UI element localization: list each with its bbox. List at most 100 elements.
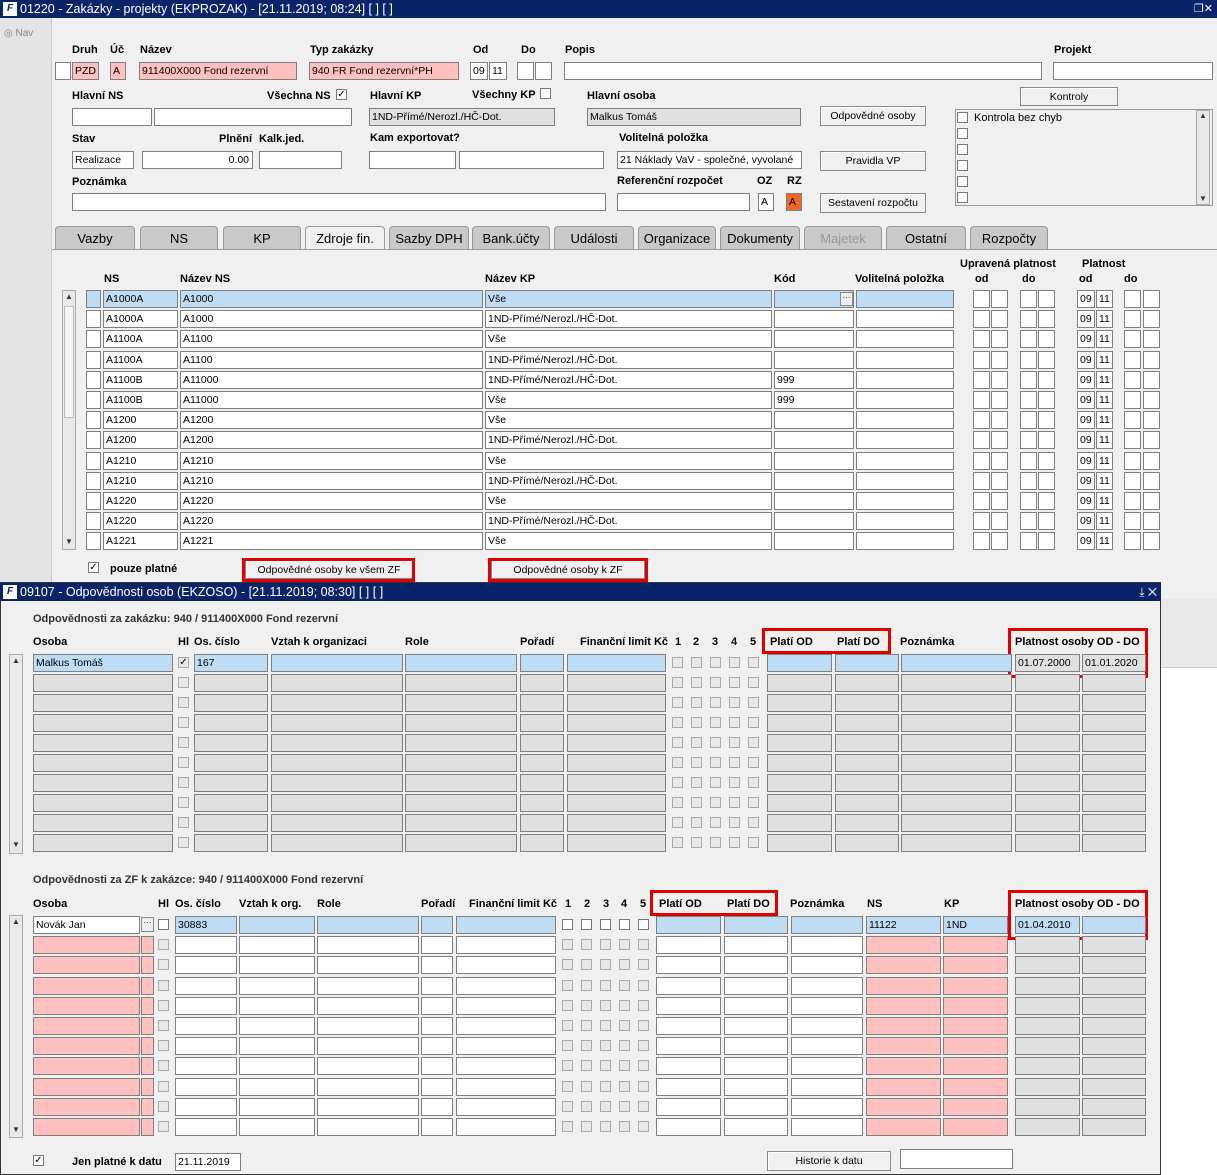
- flag-checkbox[interactable]: [600, 1121, 611, 1132]
- row-selector[interactable]: [86, 310, 101, 329]
- plati-do-cell[interactable]: [835, 694, 899, 712]
- cislo-cell[interactable]: [175, 956, 237, 975]
- sec2-scroll-up-icon[interactable]: ▲: [10, 917, 22, 927]
- flag-checkbox[interactable]: [638, 919, 649, 930]
- grid-cell-upr-do-m[interactable]: [1038, 512, 1055, 531]
- grid-cell-plat-do-d[interactable]: [1124, 290, 1141, 308]
- cislo-cell[interactable]: [194, 754, 268, 772]
- flag-checkbox[interactable]: [710, 777, 721, 788]
- flag-checkbox[interactable]: [619, 959, 630, 971]
- vztah-cell[interactable]: [239, 936, 315, 955]
- flag-checkbox[interactable]: [562, 939, 573, 951]
- flag-checkbox[interactable]: [600, 939, 611, 951]
- flag-checkbox[interactable]: [672, 677, 683, 688]
- grid-cell-plat-od-m[interactable]: 11: [1096, 451, 1113, 470]
- plati-do-cell[interactable]: [724, 916, 788, 934]
- vsechny-kp-checkbox[interactable]: [540, 88, 551, 99]
- limit-cell[interactable]: [567, 774, 666, 792]
- flag-checkbox[interactable]: [710, 677, 721, 688]
- ellipsis-icon[interactable]: ···: [141, 917, 154, 932]
- grid-cell-plat-od-m[interactable]: 11: [1096, 411, 1113, 430]
- grid-cell-upr-do-m[interactable]: [1038, 532, 1055, 551]
- osoba-ext-cell[interactable]: [141, 1097, 154, 1116]
- grid-cell-nazev-kp[interactable]: Vše: [485, 391, 772, 409]
- hl-checkbox[interactable]: [158, 1100, 169, 1112]
- flag-checkbox[interactable]: [691, 717, 702, 728]
- grid-cell-plat-od-d[interactable]: 09: [1077, 532, 1095, 551]
- osoba-cell[interactable]: [33, 1097, 140, 1116]
- grid-cell-plat-od-m[interactable]: 11: [1096, 431, 1113, 450]
- vztah-cell[interactable]: [239, 916, 315, 934]
- grid-cell-plat-do-d[interactable]: [1124, 431, 1141, 450]
- kontroly-scrollbar[interactable]: [1196, 110, 1210, 205]
- grid-cell-volitelna[interactable]: [856, 431, 954, 450]
- flag-checkbox[interactable]: [600, 1080, 611, 1092]
- poznamka-cell[interactable]: [791, 916, 863, 934]
- grid-cell-upr-do-d[interactable]: [1020, 431, 1037, 450]
- grid-cell-volitelna[interactable]: [856, 411, 954, 430]
- grid-cell-upr-od-d[interactable]: [973, 532, 990, 551]
- plati-do-cell[interactable]: [724, 1057, 788, 1076]
- limit-cell[interactable]: [456, 1017, 556, 1035]
- kp-cell[interactable]: 1ND: [943, 916, 1008, 934]
- plati-do-cell[interactable]: [724, 1017, 788, 1035]
- row-selector[interactable]: [86, 512, 101, 531]
- poradi-cell[interactable]: [520, 774, 564, 792]
- poradi-cell[interactable]: [421, 936, 453, 955]
- grid-cell-nazev-ns[interactable]: A1200: [180, 431, 483, 450]
- flag-checkbox[interactable]: [562, 999, 573, 1011]
- flag-checkbox[interactable]: [581, 1080, 592, 1092]
- kp-cell[interactable]: [943, 1097, 1008, 1116]
- flag-checkbox[interactable]: [638, 999, 649, 1011]
- row-selector[interactable]: [86, 370, 101, 389]
- poradi-cell[interactable]: [421, 1017, 453, 1035]
- osoba-cell[interactable]: [33, 1017, 140, 1035]
- vztah-cell[interactable]: [271, 834, 403, 852]
- kam-field[interactable]: [369, 151, 456, 169]
- cislo-cell[interactable]: [175, 1057, 237, 1076]
- grid-cell-plat-od-d[interactable]: 09: [1077, 492, 1095, 510]
- grid-cell-ns[interactable]: A1100A: [103, 330, 178, 349]
- grid-cell-upr-do-d[interactable]: [1020, 532, 1037, 551]
- flag-checkbox[interactable]: [672, 737, 683, 748]
- grid-cell-ns[interactable]: A1100B: [103, 370, 178, 389]
- od-month-field[interactable]: 11: [489, 62, 507, 80]
- grid-cell-volitelna[interactable]: [856, 391, 954, 409]
- osoba-ext-cell[interactable]: [141, 996, 154, 1015]
- grid-cell-upr-od-d[interactable]: [973, 431, 990, 450]
- flag-checkbox[interactable]: [619, 1080, 630, 1092]
- hl-checkbox[interactable]: [158, 919, 169, 930]
- flag-checkbox[interactable]: [672, 757, 683, 768]
- sec2-scrollbar[interactable]: [9, 915, 23, 1138]
- role-cell[interactable]: [317, 1017, 419, 1035]
- hlavni-osoba-field[interactable]: Malkus Tomáš: [587, 108, 801, 126]
- osoba-cell[interactable]: [33, 936, 140, 955]
- tab-vazby[interactable]: Vazby: [55, 226, 135, 250]
- flag-checkbox[interactable]: [748, 677, 759, 688]
- grid-cell-plat-do-m[interactable]: [1143, 370, 1160, 389]
- hl-checkbox[interactable]: [158, 999, 169, 1011]
- flag-checkbox[interactable]: [748, 717, 759, 728]
- osoba-ext-cell[interactable]: [141, 936, 154, 955]
- kontrola-checkbox-4[interactable]: [957, 160, 968, 171]
- ns-cell[interactable]: 11122: [866, 916, 941, 934]
- vztah-cell[interactable]: [239, 1017, 315, 1035]
- grid-cell-plat-od-d[interactable]: 09: [1077, 391, 1095, 409]
- grid-cell-plat-do-m[interactable]: [1143, 471, 1160, 490]
- plati-do-cell[interactable]: [724, 936, 788, 955]
- kp-cell[interactable]: [943, 1017, 1008, 1035]
- flag-checkbox[interactable]: [748, 817, 759, 828]
- flag-checkbox[interactable]: [638, 959, 649, 971]
- osoba-ext-cell[interactable]: [141, 1057, 154, 1076]
- osoba-cell[interactable]: [33, 794, 173, 812]
- plati-od-cell[interactable]: [767, 674, 832, 692]
- grid-cell-volitelna[interactable]: [856, 290, 954, 308]
- kontroly-button[interactable]: Kontroly: [1020, 87, 1118, 106]
- grid-cell-plat-od-d[interactable]: 09: [1077, 431, 1095, 450]
- grid-cell-plat-do-d[interactable]: [1124, 411, 1141, 430]
- grid-cell-kod[interactable]: 999: [774, 391, 854, 409]
- osoba-cell[interactable]: [33, 1057, 140, 1076]
- ns-cell[interactable]: [866, 996, 941, 1015]
- flag-checkbox[interactable]: [562, 1100, 573, 1112]
- kam-name-field[interactable]: [459, 151, 604, 169]
